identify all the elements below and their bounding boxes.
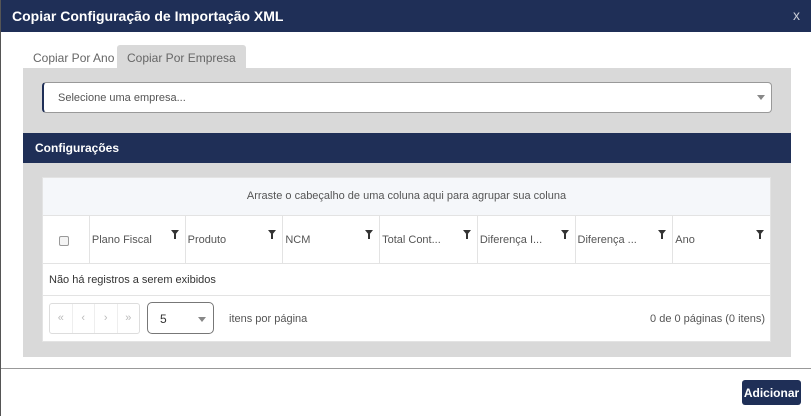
column-produto[interactable]: Produto [184, 216, 283, 263]
column-label: Plano Fiscal [91, 234, 152, 246]
pager-info: 0 de 0 páginas (0 itens) [650, 313, 765, 325]
pager-nav: « ‹ › » [49, 303, 140, 334]
prev-page-button[interactable]: ‹ [71, 304, 95, 333]
next-page-button[interactable]: › [94, 304, 117, 333]
column-label: Diferença ... [577, 234, 637, 246]
filter-icon[interactable] [268, 230, 277, 239]
page-size-value: 5 [160, 312, 167, 326]
column-plano-fiscal[interactable]: Plano Fiscal [88, 216, 185, 263]
page-size-label: itens por página [229, 313, 308, 325]
company-select-placeholder: Selecione uma empresa... [58, 92, 186, 104]
filter-icon[interactable] [658, 230, 667, 239]
tab-copiar-por-empresa[interactable]: Copiar Por Empresa [117, 45, 246, 68]
first-page-button[interactable]: « [50, 304, 72, 333]
tab-panel: Selecione uma empresa... Configurações A… [23, 68, 791, 357]
select-all-cell [43, 216, 89, 263]
close-icon[interactable]: x [793, 7, 800, 23]
filter-icon[interactable] [560, 230, 569, 239]
page-size-select[interactable]: 5 [147, 302, 214, 334]
filter-icon[interactable] [462, 230, 471, 239]
filter-icon[interactable] [756, 230, 765, 239]
select-all-checkbox[interactable] [59, 236, 69, 246]
filter-icon[interactable] [170, 230, 179, 239]
column-label: Produto [187, 234, 227, 246]
configurations-grid: Arraste o cabeçalho de uma coluna aqui p… [42, 177, 771, 342]
column-label: Diferença I... [479, 234, 543, 246]
chevron-down-icon [198, 317, 206, 322]
column-label: NCM [285, 234, 311, 246]
last-page-button[interactable]: » [116, 304, 140, 333]
column-label: Ano [675, 234, 695, 246]
column-total-cont[interactable]: Total Cont... [379, 216, 477, 263]
column-label: Total Cont... [382, 234, 441, 246]
dialog-header: Copiar Configuração de Importação XML x [1, 0, 811, 32]
dialog-title: Copiar Configuração de Importação XML [12, 8, 284, 24]
section-header: Configurações [23, 133, 791, 163]
tab-copiar-por-ano[interactable]: Copiar Por Ano [23, 45, 124, 68]
column-ano[interactable]: Ano [672, 216, 770, 263]
column-diferenca-1[interactable]: Diferença I... [476, 216, 575, 263]
company-select[interactable]: Selecione uma empresa... [42, 82, 772, 113]
add-button[interactable]: Adicionar [742, 380, 801, 405]
footer-divider [1, 368, 811, 369]
column-ncm[interactable]: NCM [282, 216, 379, 263]
grid-header: Plano Fiscal Produto NCM Total Cont... D… [43, 216, 770, 264]
pager: « ‹ › » 5 itens por página 0 de 0 página… [43, 296, 770, 342]
group-panel[interactable]: Arraste o cabeçalho de uma coluna aqui p… [43, 178, 770, 216]
no-records-message: Não há registros a serem exibidos [43, 264, 770, 296]
filter-icon[interactable] [365, 230, 374, 239]
chevron-down-icon [757, 95, 765, 100]
column-diferenca-2[interactable]: Diferença ... [574, 216, 673, 263]
